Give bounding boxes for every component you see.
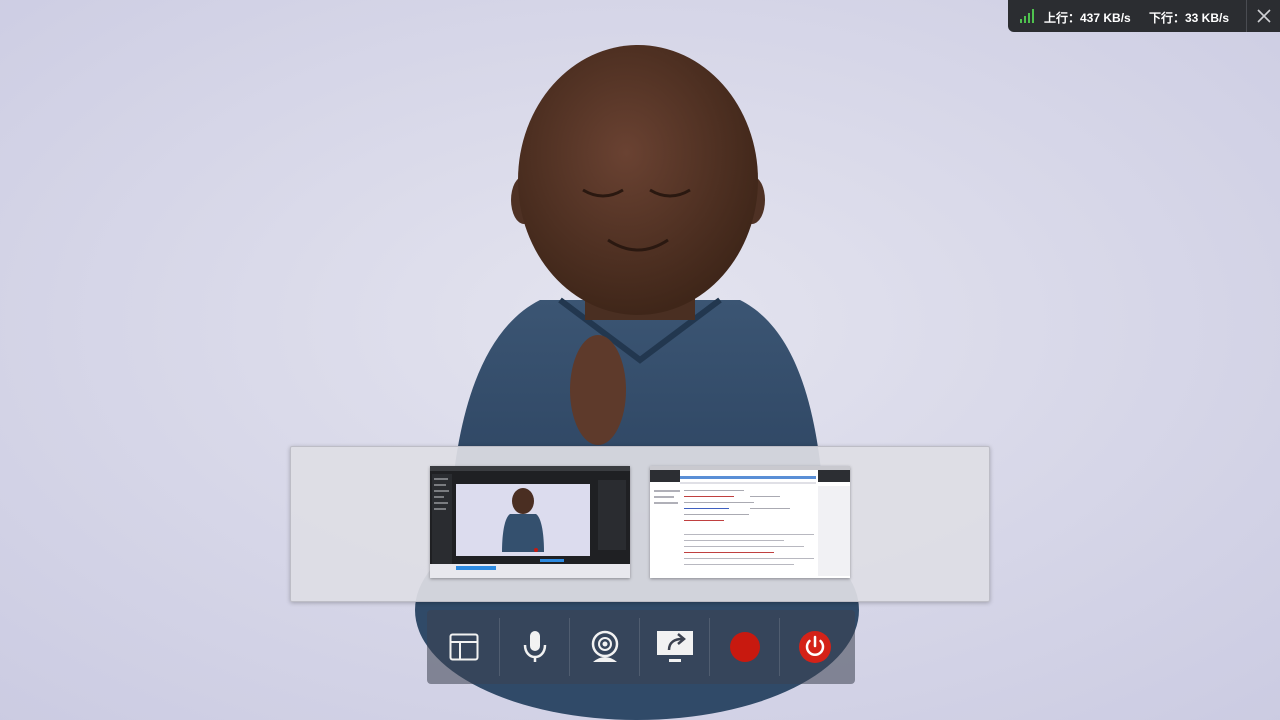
record-button[interactable] (709, 618, 780, 676)
microphone-icon (523, 631, 547, 662)
statue-hand (570, 335, 626, 445)
screen-share-picker (290, 446, 990, 602)
camera-button[interactable] (569, 618, 640, 676)
hangup-button[interactable] (779, 618, 850, 676)
download-rate: 下行：33 KB/s (1149, 11, 1230, 25)
screen-1-preview (430, 466, 630, 578)
upload-rate: 上行：437 KB/s (1044, 11, 1131, 25)
layout-button[interactable] (429, 618, 499, 676)
statue-head (518, 45, 758, 315)
record-icon (730, 632, 760, 662)
share-screen-button[interactable] (639, 618, 710, 676)
network-status-bar: 上行：437 KB/s 下行：33 KB/s (1008, 0, 1280, 32)
signal-strength-icon (1020, 9, 1034, 23)
share-option-screen-2[interactable] (650, 466, 850, 578)
close-icon (1257, 9, 1271, 23)
share-option-screen-1[interactable] (430, 466, 630, 578)
screen-2-preview (650, 466, 850, 578)
close-stats-button[interactable] (1246, 0, 1280, 32)
power-icon (799, 631, 831, 663)
share-screen-icon (657, 631, 693, 662)
layout-icon (449, 633, 479, 661)
microphone-button[interactable] (499, 618, 570, 676)
webcam-icon (591, 630, 619, 662)
call-control-toolbar (427, 610, 855, 684)
